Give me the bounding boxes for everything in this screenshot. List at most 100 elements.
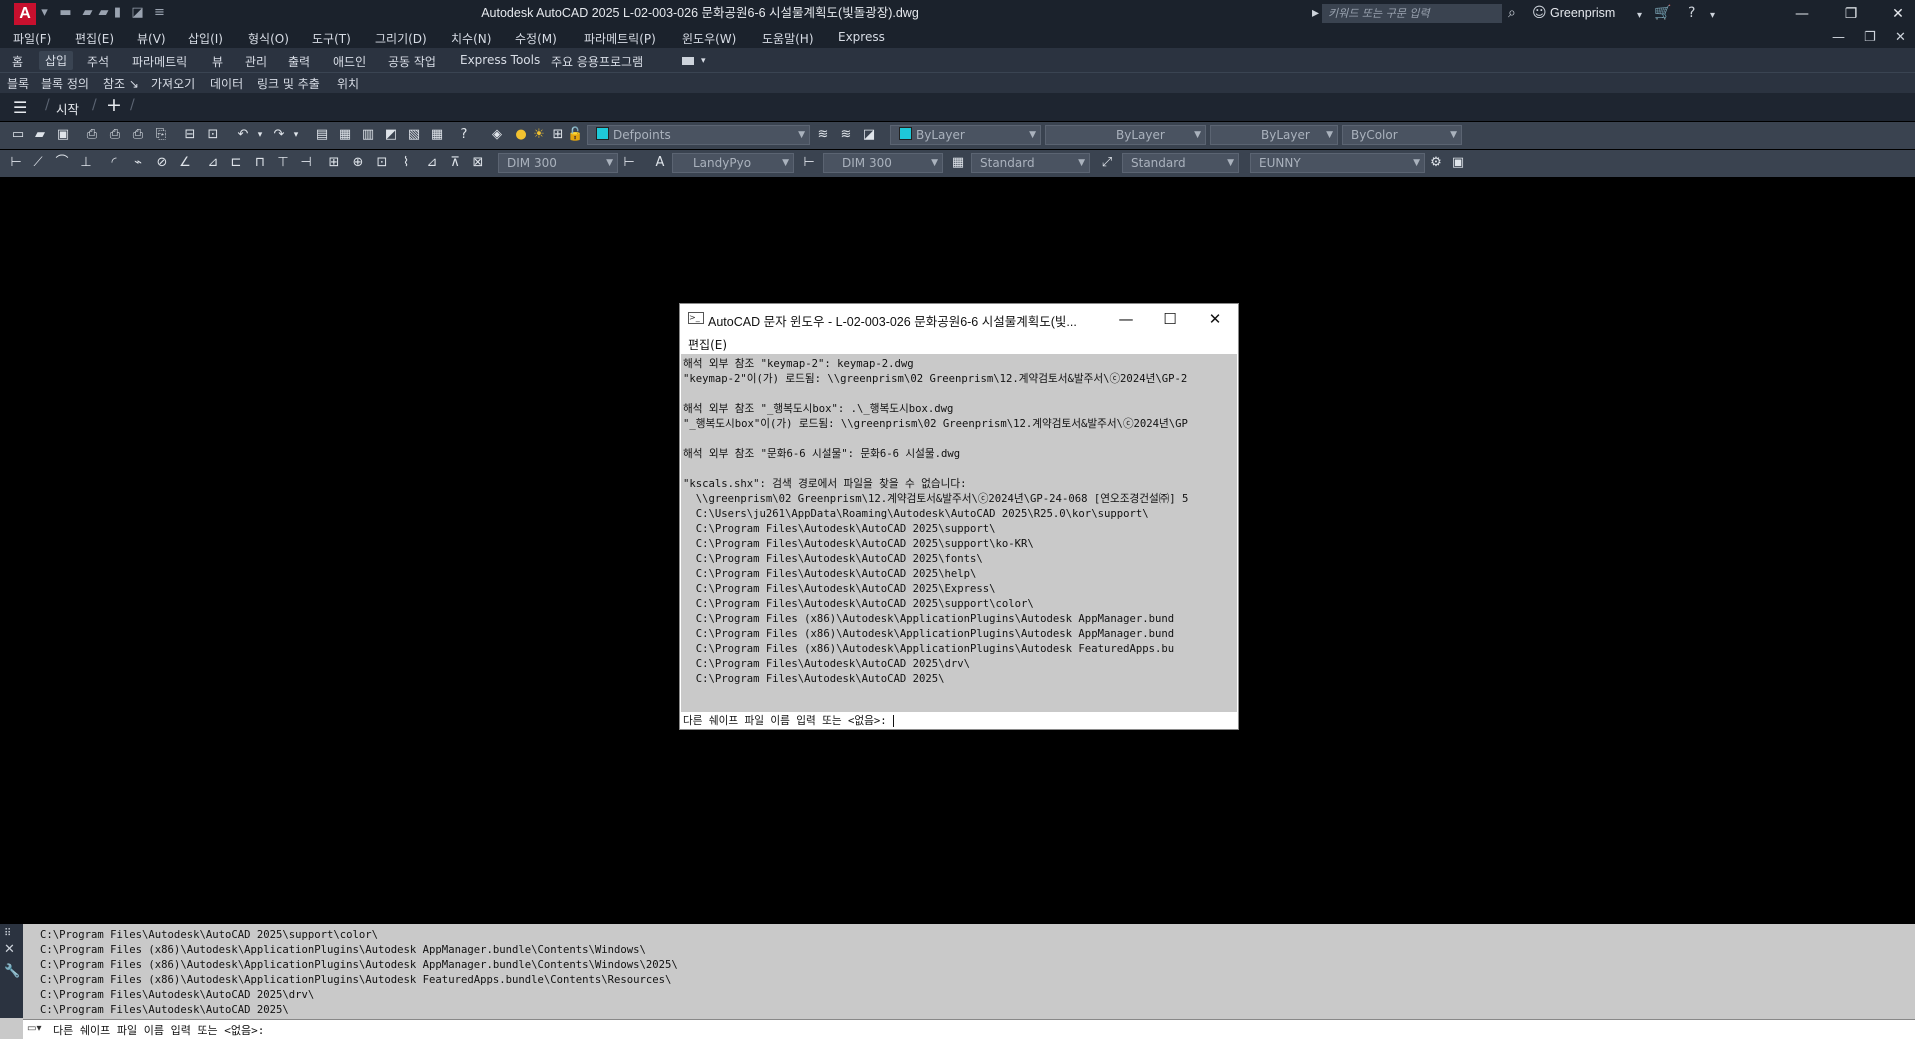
menu-format[interactable]: 형식(O) <box>248 30 289 47</box>
layer-lock-icon[interactable]: 🔓 <box>567 127 583 143</box>
menu-express[interactable]: Express <box>838 30 885 44</box>
text-window-history[interactable]: 해석 외부 참조 "keymap-2": keymap-2.dwg "keyma… <box>681 354 1237 712</box>
command-input[interactable]: ▭▾ 다른 쉐이프 파일 이름 입력 또는 <없음>: <box>23 1019 1915 1039</box>
tool-palettes-icon[interactable]: ▥ <box>360 127 376 143</box>
table-style-icon[interactable]: ▦ <box>950 155 966 171</box>
redo-dropdown-icon[interactable]: ▾ <box>288 127 304 143</box>
search-input[interactable]: 키워드 또는 구문 입력 <box>1322 4 1502 23</box>
tab-parametric[interactable]: 파라메트릭 <box>132 53 187 70</box>
dim-text-edit-icon[interactable]: ⊼ <box>447 155 463 171</box>
menu-view[interactable]: 뷰(V) <box>137 30 166 47</box>
help-icon[interactable]: ? <box>456 127 472 143</box>
dialog-titlebar[interactable]: >_ AutoCAD 문자 윈도우 - L-02-003-026 문화공원6-6… <box>680 304 1238 334</box>
dialog-menu-edit[interactable]: 편집(E) <box>688 336 727 353</box>
tab-view[interactable]: 뷰 <box>212 53 223 70</box>
minimize-icon[interactable]: — <box>1787 4 1817 24</box>
plot-preview-icon[interactable]: ⎙ <box>107 127 123 143</box>
plot-icon[interactable]: ⎙ <box>84 127 100 143</box>
layer-viewport-icon[interactable]: ⊞ <box>550 127 566 143</box>
panel-reference[interactable]: 참조 ↘ <box>103 75 139 92</box>
menu-tools[interactable]: 도구(T) <box>312 30 351 47</box>
dim-break-icon[interactable]: ⊣ <box>298 155 314 171</box>
tab-featured-apps[interactable]: 주요 응용프로그램 <box>551 53 643 70</box>
plotstyle-select[interactable]: ByColor ▼ <box>1342 125 1462 145</box>
mleader-style-icon[interactable]: ⤢ <box>1099 155 1115 171</box>
text-style-icon[interactable]: A <box>652 155 668 171</box>
hamburger-menu-icon[interactable]: ☰ <box>13 98 27 117</box>
panel-import[interactable]: 가져오기 <box>151 75 195 92</box>
dim-aligned-icon[interactable]: ⟋ <box>30 155 46 171</box>
color-select[interactable]: ByLayer ▼ <box>890 125 1041 145</box>
text-window-input[interactable]: 다른 쉐이프 파일 이름 입력 또는 <없음>: ​ <box>681 713 1237 729</box>
layer-on-icon[interactable]: ● <box>513 127 529 143</box>
undo-icon[interactable]: ↶ <box>235 127 251 143</box>
menu-dimension[interactable]: 치수(N) <box>451 30 491 47</box>
layer-select[interactable]: Defpoints ▼ <box>587 125 810 145</box>
dim-arc-icon[interactable]: ⌒ <box>54 155 70 171</box>
tablestyle-select[interactable]: Standard ▼ <box>971 153 1090 173</box>
maximize-icon[interactable]: ☐ <box>1150 308 1190 330</box>
menu-insert[interactable]: 삽입(I) <box>188 30 223 47</box>
restore-icon[interactable]: ❐ <box>1836 4 1866 24</box>
named-style-select[interactable]: EUNNY ▼ <box>1250 153 1425 173</box>
dimstyle2-select[interactable]: DIM 300 ▼ <box>823 153 943 173</box>
qnew-icon[interactable]: ▭ <box>10 127 26 143</box>
doc-close-icon[interactable]: ✕ <box>1895 30 1906 45</box>
dim-edit-icon[interactable]: ⊿ <box>424 155 440 171</box>
dim-jogged-icon[interactable]: ⌁ <box>130 155 146 171</box>
dimstyle-select[interactable]: DIM 300 ▼ <box>498 153 618 173</box>
layer-properties-icon[interactable]: ◈ <box>489 127 505 143</box>
textstyle-select[interactable]: LandyPyo ▼ <box>672 153 794 173</box>
dim-update-icon[interactable]: ⊠ <box>470 155 486 171</box>
tab-addins[interactable]: 애드인 <box>333 53 366 70</box>
redo-icon[interactable]: ↷ <box>271 127 287 143</box>
tab-annotate[interactable]: 주석 <box>87 53 109 70</box>
help-icon[interactable]: ? <box>1688 5 1695 21</box>
layer-freeze-icon[interactable]: ☀ <box>531 127 547 143</box>
panel-location[interactable]: 위치 <box>337 75 359 92</box>
menu-draw[interactable]: 그리기(D) <box>375 30 427 47</box>
dim-continue-icon[interactable]: ⊓ <box>252 155 268 171</box>
command-history[interactable]: C:\Program Files\Autodesk\AutoCAD 2025\s… <box>23 924 1915 1018</box>
save-icon[interactable]: ▣ <box>55 127 71 143</box>
layer-state-icon[interactable]: ◪ <box>861 127 877 143</box>
markup-icon[interactable]: ▧ <box>406 127 422 143</box>
panel-data[interactable]: 데이터 <box>210 75 243 92</box>
dim-baseline-icon[interactable]: ⊏ <box>228 155 244 171</box>
panel-block[interactable]: 블록 <box>7 75 29 92</box>
dimstyle-manager-icon[interactable]: ⊢ <box>621 155 637 171</box>
tab-manage[interactable]: 관리 <box>245 53 267 70</box>
viewport-icon[interactable]: ▣ <box>1450 155 1466 171</box>
make-current-layer-icon[interactable]: ≋ <box>815 127 831 143</box>
tab-collaborate[interactable]: 공동 작업 <box>388 53 436 70</box>
properties-icon[interactable]: ▤ <box>314 127 330 143</box>
menu-edit[interactable]: 편집(E) <box>75 30 114 47</box>
command-prompt-icon[interactable]: ▭▾ <box>27 1023 41 1034</box>
dim-radius-icon[interactable]: ◜ <box>106 155 122 171</box>
help-dropdown-icon[interactable]: ▾ <box>1710 8 1715 24</box>
dim-space-icon[interactable]: ⊤ <box>275 155 291 171</box>
minimize-icon[interactable]: — <box>1106 308 1146 330</box>
close-icon[interactable]: ✕ <box>1883 4 1913 24</box>
panel-block-definition[interactable]: 블록 정의 <box>41 75 89 92</box>
linetype-select[interactable]: ByLayer ▼ <box>1045 125 1206 145</box>
user-dropdown-icon[interactable]: ▾ <box>1637 8 1642 24</box>
quick-dim-icon[interactable]: ⊿ <box>205 155 221 171</box>
tab-insert[interactable]: 삽입 <box>39 51 74 70</box>
quickcalc-icon[interactable]: ▦ <box>429 127 445 143</box>
tolerance-icon[interactable]: ⊞ <box>326 155 342 171</box>
menu-help[interactable]: 도움말(H) <box>762 30 814 47</box>
close-icon[interactable]: ✕ <box>1195 308 1235 330</box>
tab-output[interactable]: 출력 <box>288 53 310 70</box>
grip-icon[interactable]: ⠿ <box>4 928 11 939</box>
undo-dropdown-icon[interactable]: ▾ <box>252 127 268 143</box>
menu-window[interactable]: 윈도우(W) <box>682 30 736 47</box>
cart-icon[interactable]: 🛒 <box>1654 5 1671 21</box>
tab-start[interactable]: 시작 <box>56 99 79 118</box>
search-expand-icon[interactable]: ▸ <box>1312 5 1319 21</box>
mleaderstyle-select[interactable]: Standard ▼ <box>1122 153 1239 173</box>
open-icon[interactable]: ▰ <box>32 127 48 143</box>
publish-icon[interactable]: ⎙ <box>130 127 146 143</box>
center-mark-icon[interactable]: ⊕ <box>350 155 366 171</box>
new-tab-plus-icon[interactable]: + <box>106 94 122 116</box>
